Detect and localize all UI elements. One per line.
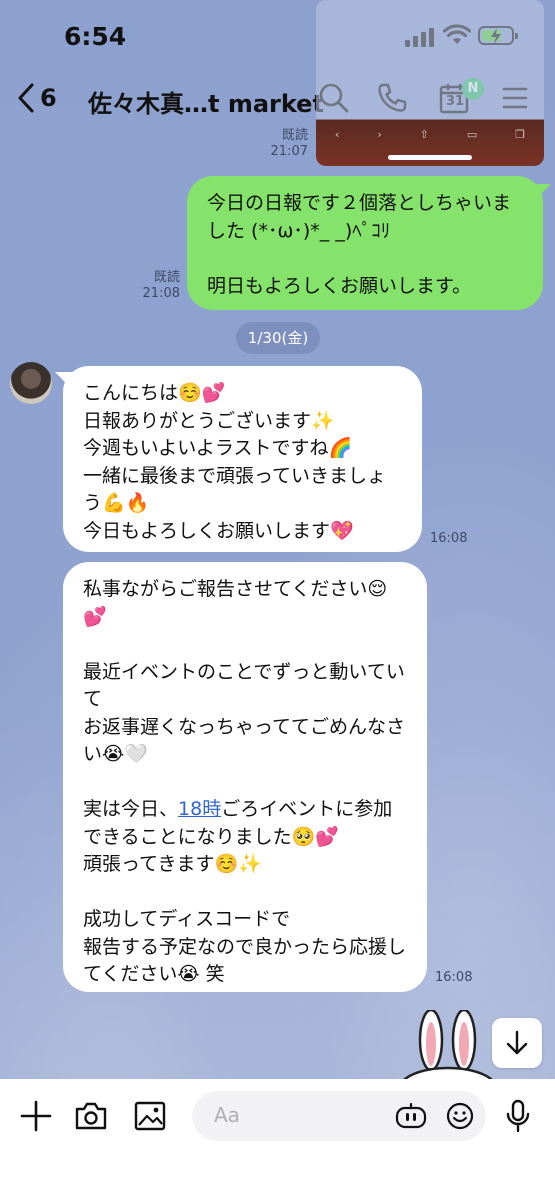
read-time: 21:08 — [142, 286, 180, 301]
received-message-bubble[interactable]: こんにちは☺️💕 日報ありがとうございます✨ 今週もいよいよラストですね🌈 一緒… — [55, 366, 422, 552]
read-receipt: 既読 21:08 — [136, 270, 180, 302]
message-input-bar: Aa — [0, 1079, 555, 1200]
received-message-text: 私事ながらご報告させてください😌💕 最近イベントのことでずっと動いていて お返事… — [83, 576, 407, 989]
read-label: 既読 — [153, 270, 180, 285]
image-icon[interactable] — [133, 1099, 167, 1133]
emoji-icon[interactable] — [446, 1102, 474, 1130]
pip-share-icon: ⇧ — [419, 128, 429, 141]
pip-toolbar: ‹ › ⇧ ▭ ❐ — [316, 128, 544, 141]
picture-in-picture-window[interactable]: ‹ › ⇧ ▭ ❐ — [316, 0, 544, 166]
chat-title[interactable]: 佐々木真…t market — [88, 84, 324, 119]
pip-tabs-icon: ❐ — [515, 128, 526, 141]
arrow-down-icon — [506, 1030, 528, 1055]
message-time: 16:08 — [435, 970, 473, 985]
message-input[interactable]: Aa — [192, 1091, 486, 1141]
unread-count: 6 — [40, 84, 57, 112]
message-text-part: 私事ながらご報告させてください😌💕 最近イベントのことでずっと動いていて お返事… — [83, 578, 406, 820]
read-time: 21:07 — [270, 144, 308, 159]
date-separator: 1/30(金) — [236, 322, 320, 354]
read-receipt: 既読 21:07 — [264, 128, 308, 160]
pip-home-indicator — [388, 155, 472, 160]
chevron-left-icon — [18, 83, 34, 113]
bunny-sticker-icon — [400, 1010, 496, 1082]
read-label: 既読 — [281, 128, 308, 143]
message-text-part: ごろイベントに参加できることになりました🥺💕 頑張ってきます☺️✨ 成功してディ… — [83, 798, 407, 985]
sent-message-text: 今日の日報です２個落としちゃいました (*･ω･)*_ _)ﾍﾟｺﾘ 明日もよろ… — [207, 192, 512, 297]
received-message-bubble[interactable]: 私事ながらご報告させてください😌💕 最近イベントのことでずっと動いていて お返事… — [63, 562, 427, 992]
message-time: 16:08 — [430, 531, 468, 546]
scroll-to-bottom-button[interactable] — [492, 1018, 542, 1068]
back-button[interactable]: 6 — [16, 82, 57, 114]
camera-icon[interactable] — [74, 1099, 108, 1133]
status-time: 6:54 — [64, 22, 127, 51]
pip-book-icon: ▭ — [466, 128, 478, 141]
avatar[interactable] — [10, 362, 52, 404]
message-placeholder: Aa — [214, 1103, 240, 1127]
microphone-icon[interactable] — [505, 1099, 531, 1135]
received-message-text: こんにちは☺️💕 日報ありがとうございます✨ 今週もいよいよラストですね🌈 一緒… — [83, 382, 387, 542]
sent-message-bubble[interactable]: 今日の日報です２個落としちゃいました (*･ω･)*_ _)ﾍﾟｺﾘ 明日もよろ… — [187, 176, 551, 310]
plus-icon[interactable] — [19, 1099, 53, 1133]
bot-icon[interactable] — [395, 1102, 427, 1130]
pip-back-icon: ‹ — [334, 128, 340, 141]
time-link[interactable]: 18時 — [178, 798, 221, 820]
pip-forward-icon: › — [377, 128, 382, 141]
